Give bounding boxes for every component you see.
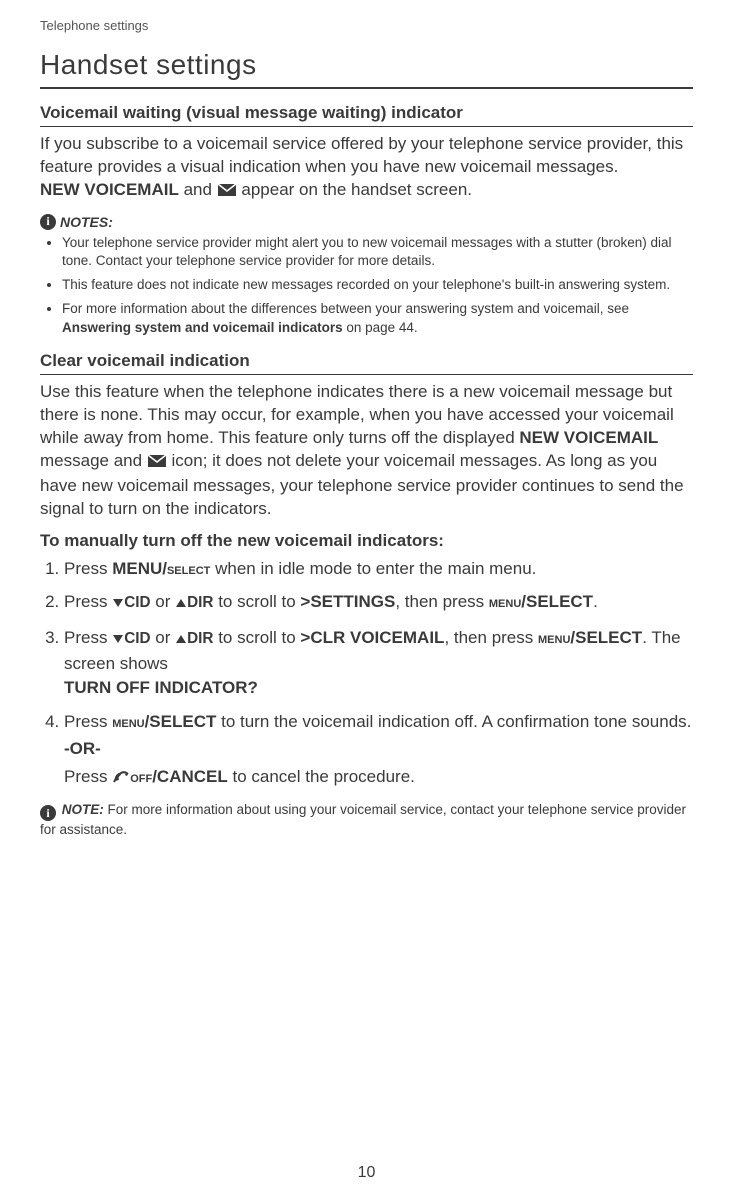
step-text: or (151, 592, 176, 611)
step-4: Press menu/SELECT to turn the voicemail … (64, 710, 693, 791)
step-3: Press CID or DIR to scroll to >CLR VOICE… (64, 626, 693, 699)
note-label: NOTE: (62, 802, 104, 817)
key-label: menu/SELECT (538, 628, 642, 647)
dir-label: DIR (187, 594, 213, 611)
step-text: when in idle mode to enter the main menu… (210, 559, 536, 578)
voicemail-waiting-paragraph: If you subscribe to a voicemail service … (40, 133, 693, 204)
cid-label: CID (124, 630, 150, 647)
steps-list: Press MENU/select when in idle mode to e… (40, 557, 693, 791)
step-text: Press (64, 767, 112, 786)
info-icon: i (40, 805, 56, 821)
para-text: If you subscribe to a voicemail service … (40, 134, 683, 176)
new-voicemail-label: NEW VOICEMAIL (519, 428, 658, 447)
notes-heading: i NOTES: (40, 214, 693, 230)
procedure-title: To manually turn off the new voicemail i… (40, 531, 693, 551)
menu-target: >CLR VOICEMAIL (300, 628, 444, 647)
step-2: Press CID or DIR to scroll to >SETTINGS,… (64, 590, 693, 616)
notes-list: Your telephone service provider might al… (40, 234, 693, 337)
step-text: , then press (395, 592, 489, 611)
new-voicemail-label: NEW VOICEMAIL (40, 180, 179, 199)
para-text: message and (40, 451, 147, 470)
step-text: Press (64, 592, 112, 611)
or-label: -OR- (64, 737, 693, 761)
step-1: Press MENU/select when in idle mode to e… (64, 557, 693, 581)
note-bold: Answering system and voicemail indicator… (62, 320, 343, 335)
step-text: to scroll to (213, 628, 300, 647)
down-triangle-icon (112, 592, 124, 616)
key-label: MENU/select (112, 559, 210, 578)
para-tail: appear on the handset screen. (237, 180, 472, 199)
step-text: . (593, 592, 598, 611)
page: Telephone settings Handset settings Voic… (0, 0, 733, 1200)
step-text: , then press (444, 628, 538, 647)
dir-label: DIR (187, 630, 213, 647)
step-text: Press (64, 628, 112, 647)
notes-label: NOTES: (60, 214, 113, 230)
footer-note: i NOTE: For more information about using… (40, 801, 693, 839)
envelope-icon (147, 452, 167, 475)
step-text: Press (64, 712, 112, 731)
step-text: to turn the voicemail indication off. A … (216, 712, 691, 731)
up-triangle-icon (175, 592, 187, 616)
note-text: on page 44. (343, 320, 418, 335)
step-text: to cancel the procedure. (228, 767, 415, 786)
para-and: and (179, 180, 217, 199)
chapter-title: Handset settings (40, 49, 693, 89)
note-item: For more information about the differenc… (62, 300, 693, 336)
down-triangle-icon (112, 628, 124, 652)
page-number: 10 (0, 1164, 733, 1182)
footer-note-text: For more information about using your vo… (40, 802, 686, 837)
key-label: menu/SELECT (112, 712, 216, 731)
clear-voicemail-paragraph: Use this feature when the telephone indi… (40, 381, 693, 521)
note-item: Your telephone service provider might al… (62, 234, 693, 270)
step-text: or (151, 628, 176, 647)
section-clear-voicemail-title: Clear voicemail indication (40, 351, 693, 375)
section-voicemail-waiting-title: Voicemail waiting (visual message waitin… (40, 103, 693, 127)
menu-target: >SETTINGS (300, 592, 395, 611)
screen-prompt: TURN OFF INDICATOR? (64, 678, 258, 697)
note-text: For more information about the differenc… (62, 301, 629, 316)
running-head: Telephone settings (40, 18, 693, 33)
up-triangle-icon (175, 628, 187, 652)
info-icon: i (40, 214, 56, 230)
envelope-icon (217, 181, 237, 204)
step-text: Press (64, 559, 112, 578)
handset-icon (112, 767, 130, 791)
step-text: to scroll to (213, 592, 300, 611)
key-label: menu/SELECT (489, 592, 593, 611)
key-label: off/CANCEL (130, 767, 228, 786)
note-item: This feature does not indicate new messa… (62, 276, 693, 294)
cid-label: CID (124, 594, 150, 611)
